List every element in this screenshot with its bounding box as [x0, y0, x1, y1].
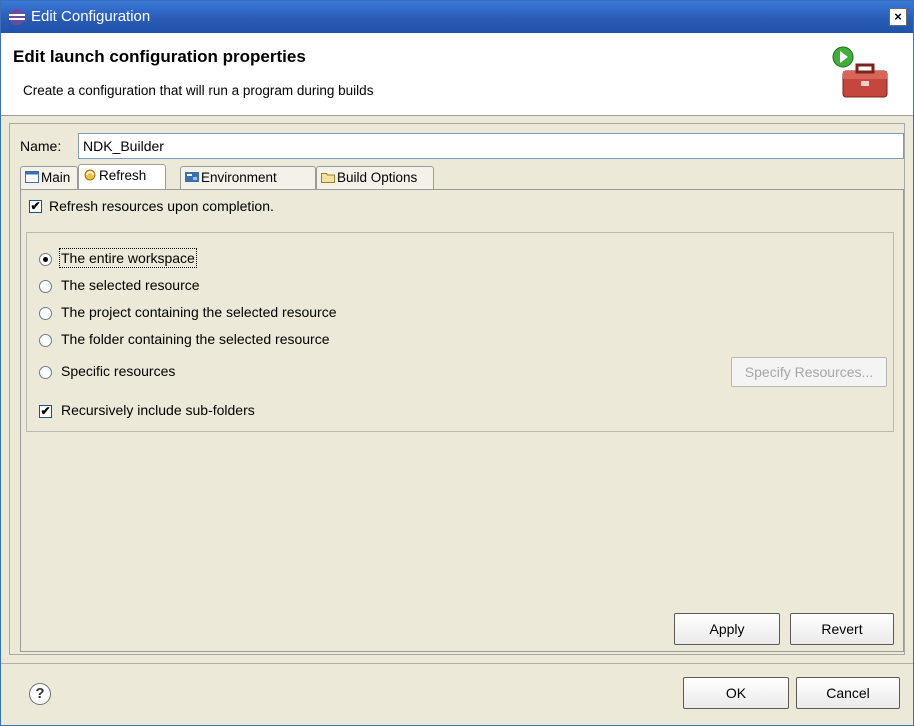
tab-label: Main: [41, 170, 71, 185]
tab-label: Refresh: [99, 168, 147, 183]
refresh-upon-completion-label: Refresh resources upon completion.: [49, 198, 274, 214]
scope-label-specific-resources: Specific resources: [61, 363, 176, 379]
apply-button[interactable]: Apply: [674, 613, 780, 645]
header-subtitle: Create a configuration that will run a p…: [23, 83, 374, 98]
scope-label-entire-workspace: The entire workspace: [59, 248, 197, 268]
header-banner: Edit launch configuration properties Cre…: [1, 33, 913, 116]
ok-button[interactable]: OK: [683, 677, 789, 709]
main-tab-icon: [25, 171, 39, 183]
refresh-tab-panel: ✔ Refresh resources upon completion. The…: [20, 189, 904, 652]
cancel-button[interactable]: Cancel: [796, 677, 900, 709]
name-label: Name:: [20, 138, 62, 154]
tab-refresh[interactable]: Refresh: [78, 164, 166, 190]
toolbox-run-icon: [832, 46, 888, 98]
revert-button[interactable]: Revert: [790, 613, 894, 645]
tab-build-options[interactable]: Build Options: [316, 166, 434, 190]
recursive-checkbox[interactable]: ✔: [39, 405, 52, 418]
window-title: Edit Configuration: [31, 8, 151, 25]
name-input[interactable]: [78, 133, 904, 159]
edit-configuration-dialog: Edit Configuration × Edit launch configu…: [0, 0, 914, 726]
scope-label-project: The project containing the selected reso…: [61, 304, 337, 320]
scope-radio-selected-resource[interactable]: [39, 280, 52, 293]
tab-main[interactable]: Main: [20, 166, 78, 190]
title-bar: Edit Configuration ×: [1, 1, 913, 33]
refresh-tab-icon: [84, 169, 96, 181]
tab-environment[interactable]: Environment: [180, 166, 316, 190]
refresh-upon-completion-checkbox[interactable]: ✔: [29, 200, 42, 213]
scope-label-folder: The folder containing the selected resou…: [61, 331, 330, 347]
close-button[interactable]: ×: [889, 8, 907, 26]
configuration-area: Name: Main Refresh Environ: [9, 123, 905, 655]
help-icon[interactable]: ?: [29, 683, 51, 705]
refresh-scope-group: The entire workspace The selected resour…: [26, 232, 894, 432]
scope-radio-project[interactable]: [39, 307, 52, 320]
scope-radio-folder[interactable]: [39, 334, 52, 347]
tab-label: Environment: [201, 170, 277, 185]
footer-divider: [1, 663, 913, 664]
scope-radio-entire-workspace[interactable]: [39, 253, 52, 266]
eclipse-app-icon: [9, 9, 25, 25]
header-title: Edit launch configuration properties: [13, 47, 306, 66]
recursive-label: Recursively include sub-folders: [61, 402, 255, 418]
scope-radio-specific-resources[interactable]: [39, 366, 52, 379]
environment-tab-icon: [185, 172, 199, 182]
tab-label: Build Options: [337, 170, 418, 185]
scope-label-selected-resource: The selected resource: [61, 277, 200, 293]
specify-resources-button[interactable]: Specify Resources...: [731, 357, 887, 387]
build-options-tab-icon: [321, 173, 335, 183]
